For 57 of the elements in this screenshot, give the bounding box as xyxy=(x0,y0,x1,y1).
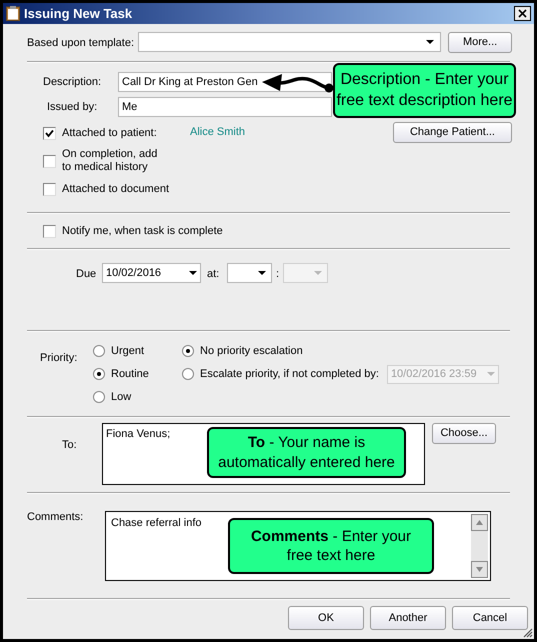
patient-name: Alice Smith xyxy=(190,124,246,140)
field-label: Priority: xyxy=(40,351,78,366)
radio-label: Routine xyxy=(111,366,149,382)
radio-button[interactable] xyxy=(93,391,105,403)
callout: Description - Enter your free text description here xyxy=(333,63,516,118)
radio-label: Escalate priority, if not completed by: xyxy=(200,366,379,382)
dropdown-caret-icon xyxy=(189,271,197,275)
dropdown-caret-icon xyxy=(486,372,495,376)
checkbox[interactable] xyxy=(43,183,56,196)
field-label: Issued by: xyxy=(46,100,98,115)
recipient-name: Fiona Venus; xyxy=(106,428,170,440)
radio-label: Urgent xyxy=(111,344,144,359)
checkbox[interactable] xyxy=(43,154,56,168)
dropdown-caret-icon xyxy=(426,40,434,44)
checkbox-label: Attached to patient: xyxy=(62,126,158,142)
radio-button[interactable] xyxy=(182,368,194,380)
button[interactable]: Cancel xyxy=(452,606,528,630)
checkbox-label: Notify me, when task is complete xyxy=(62,224,223,239)
issued-by-field[interactable]: Me xyxy=(118,97,332,117)
radio-label: No priority escalation xyxy=(200,344,303,359)
callout: Comments - Enter your free text here xyxy=(228,518,434,574)
checkbox[interactable] xyxy=(43,127,56,140)
field-label: Comments: xyxy=(27,510,84,525)
dropdown-caret-icon xyxy=(314,271,322,275)
radio-button[interactable] xyxy=(93,368,105,380)
field-label: Based upon template: xyxy=(27,36,136,51)
template-dropdown[interactable] xyxy=(138,32,442,52)
window-title: Issuing New Task xyxy=(24,4,132,23)
field-label: Due xyxy=(76,267,98,282)
radio-button[interactable] xyxy=(182,345,194,357)
checkbox-label: On completion, add to medical history xyxy=(62,148,158,174)
hour-dropdown[interactable] xyxy=(227,263,272,283)
scrollbar[interactable] xyxy=(471,514,488,578)
field-label: Description: xyxy=(43,74,102,90)
dropdown-caret-icon xyxy=(258,271,266,275)
resize-grip-icon[interactable] xyxy=(522,627,533,638)
checkbox[interactable] xyxy=(43,224,56,238)
field-label: at: xyxy=(207,267,220,282)
description-field[interactable]: Call Dr King at Preston Gen xyxy=(118,72,332,92)
button[interactable]: Change Patient... xyxy=(393,122,512,142)
button[interactable]: Another xyxy=(370,606,446,630)
button[interactable]: Choose... xyxy=(432,423,496,444)
scroll-down-icon[interactable] xyxy=(471,561,488,578)
radio-label: Low xyxy=(111,390,132,405)
button[interactable]: OK xyxy=(288,606,364,630)
button[interactable]: More... xyxy=(448,32,512,53)
clipboard-icon xyxy=(6,6,20,21)
comment-text: Chase referral info xyxy=(111,517,202,529)
checkbox-label: Attached to document xyxy=(62,183,170,196)
time-separator: : xyxy=(276,267,280,282)
radio-button[interactable] xyxy=(93,345,105,357)
close-button[interactable] xyxy=(514,6,531,21)
callout: To - Your name is automatically entered here xyxy=(207,427,406,478)
field-label: To: xyxy=(62,438,78,453)
date-dropdown[interactable]: 10/02/2016 xyxy=(102,263,201,283)
close-icon xyxy=(518,9,527,18)
scroll-up-icon[interactable] xyxy=(471,514,488,531)
